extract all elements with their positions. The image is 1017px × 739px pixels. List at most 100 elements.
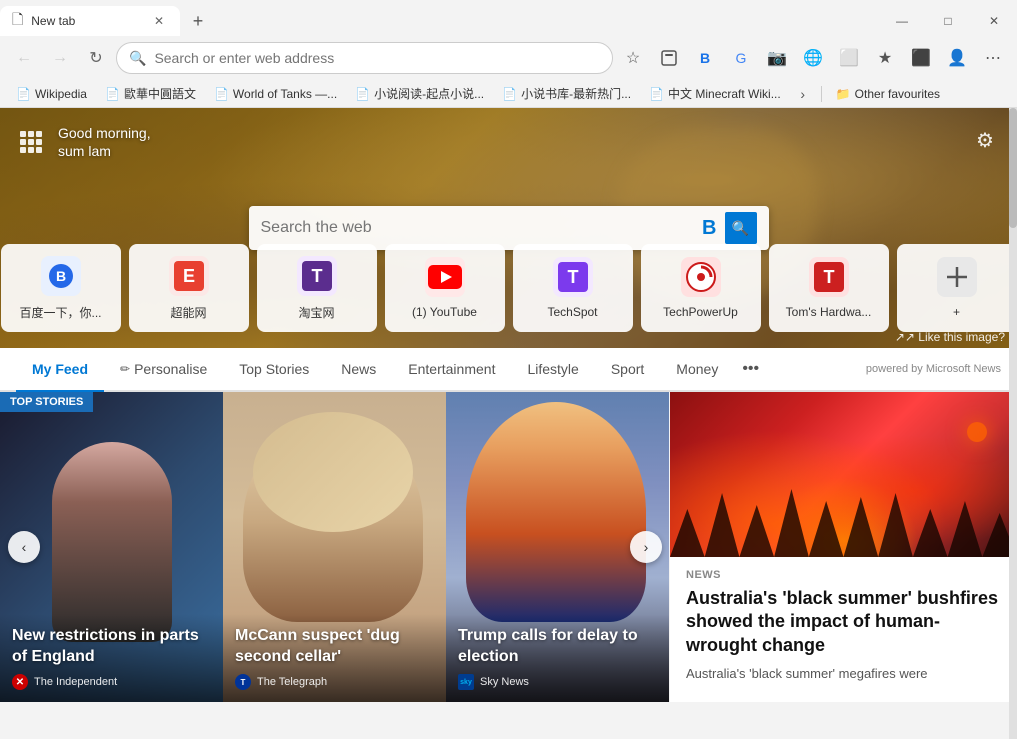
search-submit-button[interactable]: 🔍 [725, 212, 757, 244]
quick-link-techpowerup[interactable]: TechPowerUp [641, 244, 761, 332]
bookmark-wikipedia[interactable]: 📄 Wikipedia [8, 85, 95, 103]
feed-tabs-more-button[interactable]: ••• [734, 347, 767, 391]
svg-text:T: T [311, 266, 322, 286]
close-button[interactable]: ✕ [971, 3, 1017, 39]
quick-link-supercpu[interactable]: E 超能网 [129, 244, 249, 332]
quick-link-taobao[interactable]: T 淘宝网 [257, 244, 377, 332]
favorites-star-button[interactable]: ☆ [617, 42, 649, 74]
active-tab[interactable]: 🗋 New tab ✕ [0, 6, 180, 36]
vpn-button[interactable]: 🌐 [797, 42, 829, 74]
news-article-2[interactable]: McCann suspect 'dug second cellar' T The… [223, 392, 446, 702]
tab-close-button[interactable]: ✕ [150, 12, 168, 30]
bookmark-label-chinese: 歐華中圓語文 [124, 85, 196, 102]
quick-link-youtube[interactable]: (1) YouTube [385, 244, 505, 332]
collections-icon [660, 49, 678, 67]
article-overlay-1: New restrictions in parts of England ✕ T… [0, 614, 223, 702]
new-tab-button[interactable]: + [184, 7, 212, 35]
bookmark-label-worldoftanks: World of Tanks —... [233, 87, 337, 101]
grid-dot [20, 131, 26, 137]
grid-dot [20, 139, 26, 145]
bookmark-icon-wikipedia: 📄 [16, 87, 31, 101]
web-search-input[interactable] [261, 219, 695, 237]
bookmark-chinese[interactable]: 📄 歐華中圓語文 [97, 83, 204, 104]
screenshot-button[interactable]: ⬜ [833, 42, 865, 74]
techpowerup-logo [686, 262, 716, 292]
news-article-right[interactable]: NEWS Australia's 'black summer' bushfire… [670, 392, 1017, 702]
bushfire-image [670, 392, 1017, 557]
source-icon-1: ✕ [12, 674, 28, 690]
navigation-bar: ← → ↻ 🔍 ☆ B G 📷 🌐 ⬜ ★ ⬛ 👤 ⋯ [0, 36, 1017, 80]
minimize-button[interactable]: — [879, 3, 925, 39]
tab-sport[interactable]: Sport [595, 348, 660, 392]
sport-tab-label: Sport [611, 361, 644, 377]
tab-lifestyle[interactable]: Lifestyle [511, 348, 594, 392]
carousel-next-button[interactable]: › [630, 531, 662, 563]
source-name-2: The Telegraph [257, 676, 327, 688]
bookmark-icon-novel2: 📄 [502, 87, 517, 101]
like-image-button[interactable]: ↗ ↗ Like this image? [895, 330, 1005, 344]
tab-news[interactable]: News [325, 348, 392, 392]
tab-entertainment[interactable]: Entertainment [392, 348, 511, 392]
downloads-button[interactable]: ⬛ [905, 42, 937, 74]
techspot-label: TechSpot [547, 305, 597, 319]
hero-settings-button[interactable]: ⚙ [969, 124, 1001, 156]
tab-personalise[interactable]: ✏ Personalise [104, 348, 223, 392]
source-icon-3: sky [458, 674, 474, 690]
translate-button[interactable]: G [725, 42, 757, 74]
grid-dot [36, 139, 42, 145]
source-logo-char: ✕ [16, 677, 24, 688]
camera-button[interactable]: 📷 [761, 42, 793, 74]
quick-link-add[interactable]: + [897, 244, 1017, 332]
quick-link-baidu[interactable]: B 百度一下，你... [1, 244, 121, 332]
settings-more-button[interactable]: ⋯ [977, 42, 1009, 74]
carousel-prev-button[interactable]: ‹ [8, 531, 40, 563]
quick-link-techspot[interactable]: T TechSpot [513, 244, 633, 332]
article-source-1: ✕ The Independent [12, 674, 211, 690]
grid-dot [28, 131, 34, 137]
tab-title: New tab [31, 14, 142, 28]
personalise-pencil-icon: ✏ [120, 362, 130, 376]
news-right-label: NEWS [686, 569, 1001, 581]
apps-grid-button[interactable] [20, 131, 42, 153]
quick-links-bar: B 百度一下，你... E 超能网 T [1, 244, 1017, 332]
bookmark-minecraft[interactable]: 📄 中文 Minecraft Wiki... [641, 83, 789, 104]
bookmark-worldoftanks[interactable]: 📄 World of Tanks —... [206, 85, 345, 103]
grid-dot [20, 147, 26, 153]
profile-button[interactable]: 👤 [941, 42, 973, 74]
tab-money[interactable]: Money [660, 348, 734, 392]
person-silhouette [52, 442, 172, 642]
techpowerup-icon [681, 257, 721, 297]
folder-icon: 📁 [836, 87, 851, 101]
forward-button[interactable]: → [44, 42, 76, 74]
top-stories-tab-label: Top Stories [239, 361, 309, 377]
reading-list-button[interactable]: ★ [869, 42, 901, 74]
tomshardware-label: Tom's Hardwa... [786, 305, 872, 319]
bookmark-novel2[interactable]: 📄 小说书库-最新热门... [494, 83, 639, 104]
bing-icon-button[interactable]: B [689, 42, 721, 74]
tab-favicon: 🗋 [12, 9, 23, 33]
bookmark-icon-minecraft: 📄 [649, 87, 664, 101]
supercpu-logo: E [174, 261, 204, 291]
bookmarks-more-button[interactable]: › [791, 82, 815, 106]
bookmarks-other-favourites[interactable]: 📁 Other favourites [828, 85, 948, 103]
personalise-label: Personalise [134, 361, 207, 377]
scrollbar-thumb[interactable] [1009, 108, 1017, 228]
article-title-2: McCann suspect 'dug second cellar' [235, 626, 434, 668]
address-input[interactable] [154, 50, 600, 66]
back-button[interactable]: ← [8, 42, 40, 74]
feed-tabs-bar: My Feed ✏ Personalise Top Stories News E… [0, 348, 1017, 392]
more-tabs-icon: ••• [742, 360, 759, 378]
collections-button[interactable] [653, 42, 685, 74]
maximize-button[interactable]: □ [925, 3, 971, 39]
refresh-button[interactable]: ↻ [80, 42, 112, 74]
bookmark-novel1[interactable]: 📄 小说阅读-起点小说... [347, 83, 492, 104]
tab-top-stories[interactable]: Top Stories [223, 348, 325, 392]
powered-by-text: powered by Microsoft News [866, 363, 1001, 375]
address-bar[interactable]: 🔍 [116, 42, 613, 74]
scrollbar-track[interactable] [1009, 108, 1017, 739]
tab-bar: 🗋 New tab ✕ + — □ ✕ [0, 0, 1017, 36]
window-controls: — □ ✕ [879, 3, 1017, 39]
grid-dot [28, 147, 34, 153]
tab-my-feed[interactable]: My Feed [16, 348, 104, 392]
quick-link-tomshardware[interactable]: T Tom's Hardwa... [769, 244, 889, 332]
